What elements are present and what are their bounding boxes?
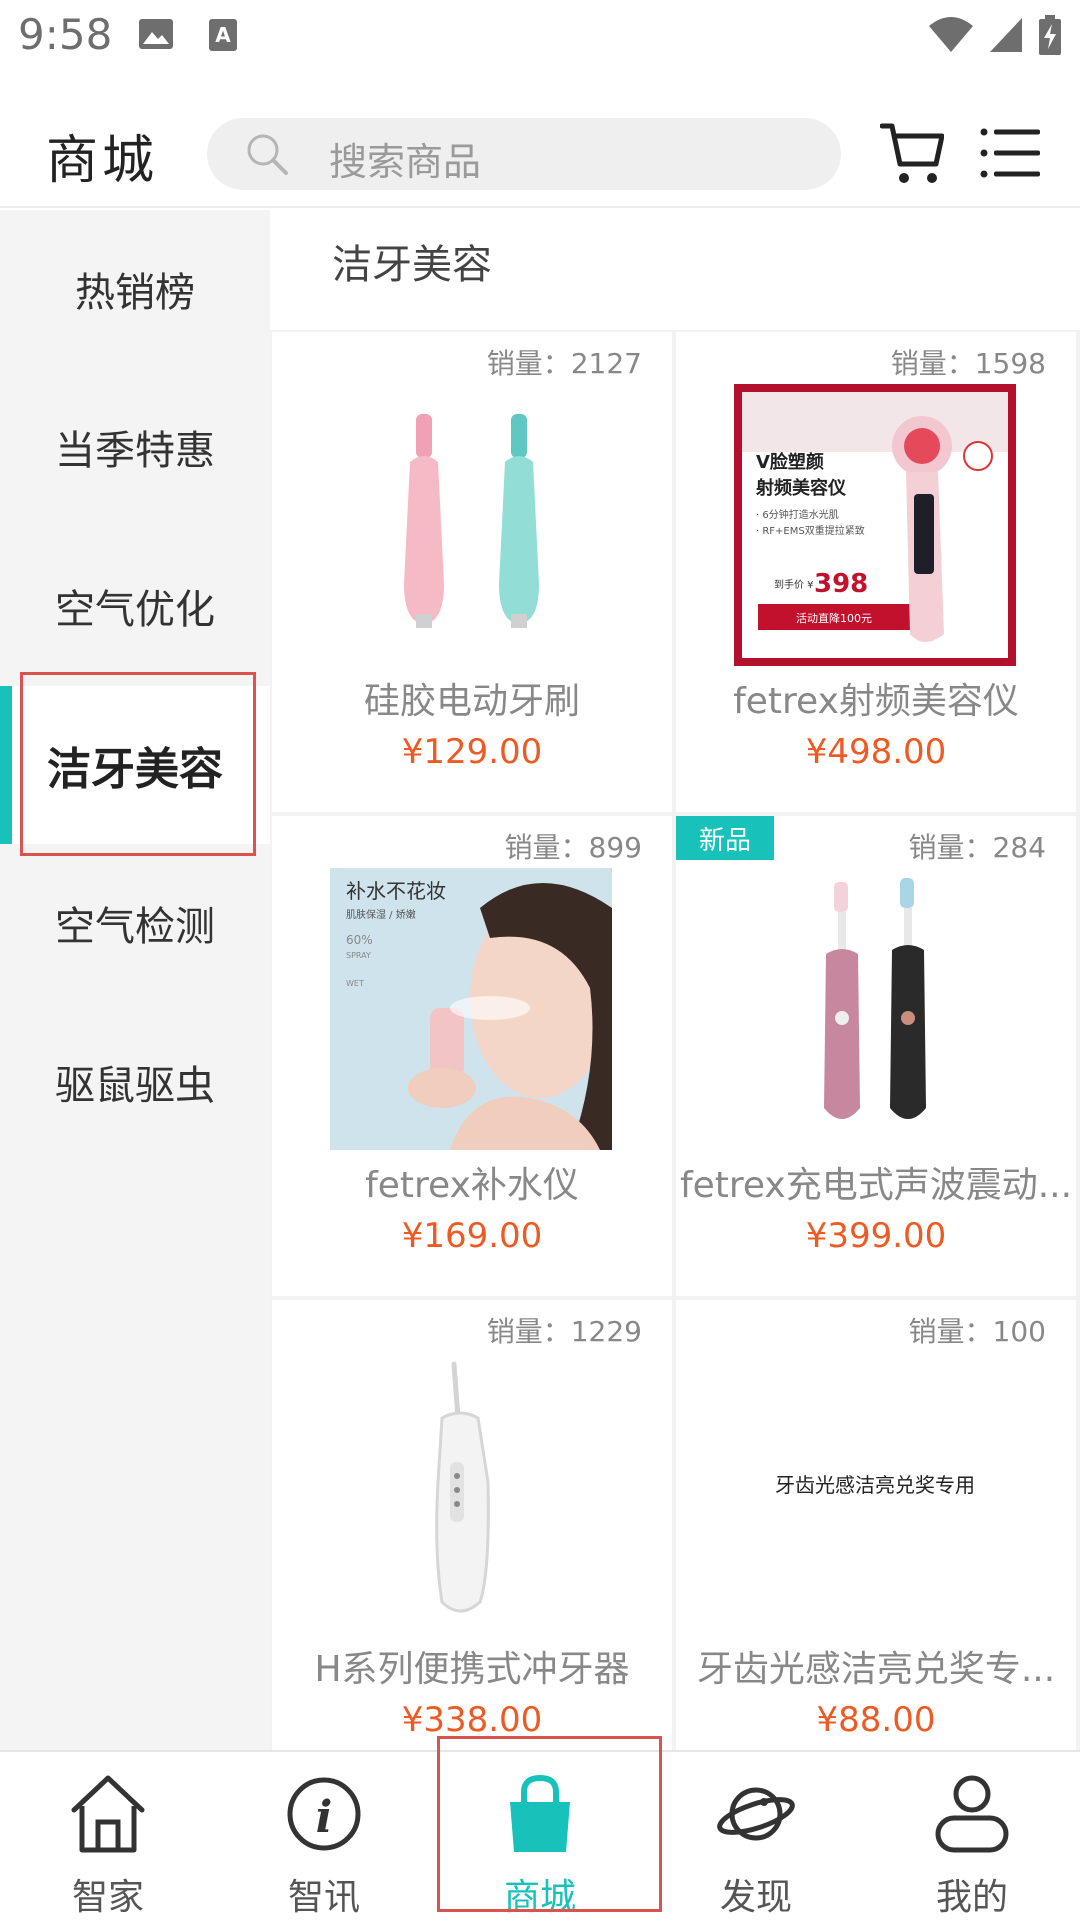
- product-image-water-flosser: [330, 1352, 612, 1634]
- sales-count: 销量：1598: [890, 347, 1046, 380]
- status-bar: 9:58 A: [0, 0, 1080, 72]
- product-name: fetrex射频美容仪: [733, 681, 1019, 722]
- product-name: 硅胶电动牙刷: [363, 681, 580, 722]
- sidebar-item-label: 当季特惠: [55, 428, 215, 474]
- sidebar-item-label: 洁牙美容: [47, 744, 223, 795]
- nav-item-mall[interactable]: 商城: [432, 1752, 648, 1920]
- image-text: SPRAY: [346, 951, 371, 960]
- status-time: 9:58: [18, 10, 113, 59]
- image-text: 肌肤保湿 / 娇嫩: [346, 908, 416, 921]
- product-price: ¥498.00: [805, 732, 947, 772]
- product-price: ¥129.00: [401, 732, 543, 772]
- sidebar-item-seasonal-deals[interactable]: 当季特惠: [0, 368, 270, 526]
- product-card[interactable]: 销量：1229 H系列便携式冲牙器 ¥338.00: [272, 1300, 672, 1750]
- section-header: 洁牙美容: [270, 210, 1080, 330]
- nav-label: 智家: [71, 1877, 144, 1918]
- nav-label: 我的: [935, 1877, 1008, 1918]
- product-image-toothbrush: [330, 384, 612, 666]
- sidebar-item-label: 空气优化: [55, 587, 215, 633]
- active-indicator: [0, 686, 12, 844]
- nav-label: 智讯: [287, 1877, 360, 1918]
- image-text: 398: [814, 569, 868, 599]
- product-card[interactable]: 销量：1598 V脸塑颜 射频美容仪 · 6分钟打造水光肌 · RF+EMS双重…: [676, 332, 1076, 812]
- nav-item-smart-news[interactable]: i 智讯: [216, 1752, 432, 1920]
- product-price: ¥338.00: [401, 1700, 543, 1740]
- image-text: · RF+EMS双重提拉紧致: [756, 524, 865, 537]
- image-text: WET: [346, 979, 364, 988]
- sidebar-item-label: 空气检测: [55, 904, 215, 950]
- nav-label: 商城: [503, 1877, 576, 1918]
- sidebar-item-air-detection[interactable]: 空气检测: [0, 844, 270, 1002]
- sales-count: 销量：2127: [486, 347, 642, 380]
- product-price: ¥399.00: [805, 1216, 947, 1256]
- search-input[interactable]: 搜索商品: [207, 118, 841, 190]
- image-text: V脸塑颜: [756, 451, 824, 473]
- sidebar-item-pest-repellent[interactable]: 驱鼠驱虫: [0, 1003, 270, 1161]
- svg-text:A: A: [215, 23, 231, 47]
- product-price: ¥169.00: [401, 1216, 543, 1256]
- image-icon: [139, 19, 173, 49]
- sales-count: 销量：899: [504, 831, 642, 864]
- home-icon: [71, 1775, 145, 1853]
- product-image-beauty-device: V脸塑颜 射频美容仪 · 6分钟打造水光肌 · RF+EMS双重提拉紧致 到手价…: [734, 384, 1016, 666]
- image-text: 60%: [346, 933, 373, 947]
- image-text: 补水不花妆: [346, 879, 446, 903]
- sales-count: 销量：100: [908, 1315, 1046, 1348]
- product-name: 牙齿光感洁亮兑奖专...: [696, 1649, 1056, 1690]
- sidebar-item-label: 热销榜: [75, 270, 195, 316]
- wifi-icon: [929, 17, 973, 52]
- product-name: H系列便携式冲牙器: [314, 1649, 630, 1690]
- battery-charging-icon: [1039, 15, 1061, 55]
- image-text: 到手价 ¥: [774, 578, 814, 591]
- product-image-text-placeholder: 牙齿光感洁亮兑奖专用: [734, 1352, 1016, 1634]
- new-badge: 新品: [676, 816, 774, 860]
- image-text: 射频美容仪: [755, 477, 847, 499]
- info-icon: i: [287, 1777, 361, 1851]
- image-text: · 6分钟打造水光肌: [756, 508, 839, 521]
- sidebar-item-label: 驱鼠驱虫: [55, 1063, 215, 1109]
- search-icon: [247, 134, 288, 175]
- svg-text:i: i: [316, 1792, 333, 1843]
- product-name: fetrex补水仪: [365, 1165, 579, 1206]
- nav-item-discover[interactable]: 发现: [648, 1752, 864, 1920]
- product-card[interactable]: 销量：2127 硅胶电动牙刷 ¥129.00: [272, 332, 672, 812]
- cart-icon[interactable]: [880, 120, 944, 186]
- image-text: 活动直降100元: [796, 611, 872, 625]
- text-a-icon: A: [209, 19, 237, 51]
- bottom-nav: 智家 i 智讯 商城 发现 我的: [0, 1750, 1080, 1920]
- sidebar-item-dental-beauty[interactable]: 洁牙美容: [0, 686, 270, 844]
- planet-icon: [717, 1787, 795, 1841]
- search-placeholder: 搜索商品: [329, 140, 482, 184]
- nav-item-profile[interactable]: 我的: [864, 1752, 1080, 1920]
- product-card[interactable]: 销量：899 补水不花妆 肌肤保湿 / 娇嫩 60% SPRAY WET fet…: [272, 816, 672, 1296]
- product-image-sonic-toothbrush: [734, 868, 1016, 1150]
- section-title: 洁牙美容: [332, 242, 492, 288]
- product-image-hydrating-sprayer: 补水不花妆 肌肤保湿 / 娇嫩 60% SPRAY WET: [330, 868, 612, 1150]
- product-price: ¥88.00: [816, 1700, 936, 1740]
- category-sidebar: 热销榜 当季特惠 空气优化 洁牙美容 空气检测 驱鼠驱虫: [0, 210, 270, 1750]
- product-name: fetrex充电式声波震动...: [679, 1165, 1073, 1206]
- nav-item-smart-home[interactable]: 智家: [0, 1752, 216, 1920]
- sidebar-item-air-optimization[interactable]: 空气优化: [0, 527, 270, 685]
- signal-icon: [990, 18, 1022, 52]
- header: 商城 搜索商品: [0, 110, 1080, 208]
- sales-count: 销量：284: [908, 831, 1046, 864]
- user-icon: [935, 1775, 1009, 1853]
- shopping-bag-icon: [510, 1774, 570, 1852]
- page-title: 商城: [46, 131, 159, 191]
- sales-count: 销量：1229: [486, 1315, 642, 1348]
- image-text: 牙齿光感洁亮兑奖专用: [775, 1473, 975, 1497]
- product-card[interactable]: 新品 销量：284 fetrex充电式声波震动... ¥399.00: [676, 816, 1076, 1296]
- product-area: 洁牙美容 销量：2127 硅胶电动牙刷 ¥129.00 销量：1598 V脸塑颜…: [270, 210, 1080, 1750]
- nav-label: 发现: [719, 1877, 792, 1918]
- sidebar-item-hot-sales[interactable]: 热销榜: [0, 210, 270, 368]
- menu-icon[interactable]: [980, 128, 1042, 178]
- product-card[interactable]: 销量：100 牙齿光感洁亮兑奖专用 牙齿光感洁亮兑奖专... ¥88.00: [676, 1300, 1076, 1750]
